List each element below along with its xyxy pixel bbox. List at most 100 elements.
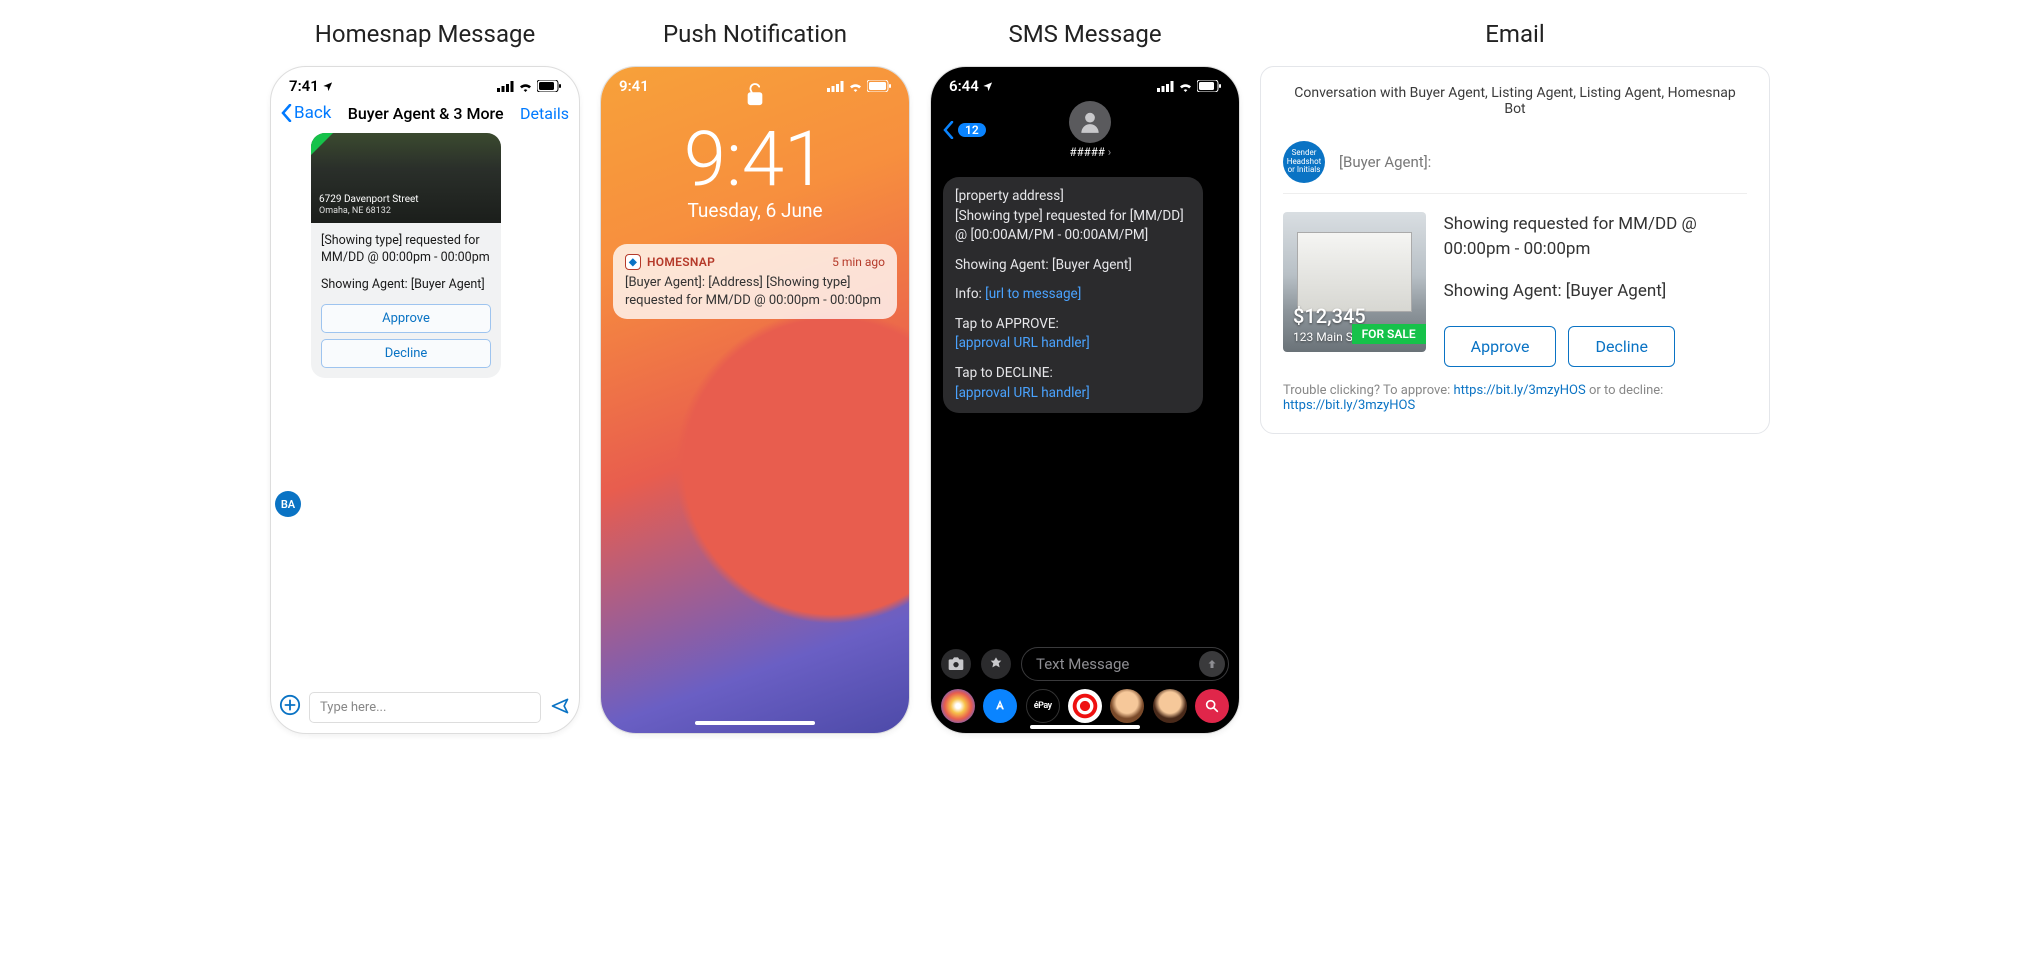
sms-line-address: [property address]: [955, 187, 1191, 207]
home-indicator[interactable]: [695, 721, 815, 725]
appstore-icon: [988, 656, 1004, 672]
email-footer: Trouble clicking? To approve: https://bi…: [1283, 383, 1747, 413]
contact-name: #####: [1069, 145, 1104, 159]
status-bar: 6:44: [931, 67, 1239, 99]
email-line-2: Showing Agent: [Buyer Agent]: [1444, 279, 1747, 304]
email-line-1: Showing requested for MM/DD @ 00:00pm - …: [1444, 212, 1747, 261]
camera-button[interactable]: [941, 649, 971, 679]
decline-link[interactable]: https://bit.ly/3mzyHOS: [1283, 398, 1415, 413]
approve-button[interactable]: Approve: [1444, 326, 1557, 367]
location-icon: [322, 81, 333, 92]
notification-app-name: HOMESNAP: [647, 255, 715, 269]
sms-decline-label: Tap to DECLINE:: [955, 364, 1191, 384]
dock-appstore[interactable]: [983, 689, 1017, 723]
sms-input[interactable]: Text Message: [1021, 647, 1229, 681]
sms-approve-link[interactable]: [approval URL handler]: [955, 335, 1090, 351]
message-text-2: Showing Agent: [Buyer Agent]: [311, 271, 501, 298]
approve-button[interactable]: Approve: [321, 304, 491, 333]
back-button[interactable]: 12: [943, 121, 986, 139]
dock-target[interactable]: [1068, 689, 1102, 723]
homesnap-app-icon: ◆: [625, 254, 641, 270]
back-label: Back: [294, 103, 331, 123]
status-corner: [311, 133, 333, 155]
property-image[interactable]: $12,345 123 Main St FOR SALE: [1283, 212, 1426, 352]
sender-avatar: Sender Headshot or Initials: [1283, 141, 1325, 183]
send-button[interactable]: [1199, 651, 1225, 677]
heading-email: Email: [1485, 20, 1544, 48]
sms-bubble[interactable]: [property address] [Showing type] reques…: [943, 177, 1203, 413]
camera-icon: [948, 657, 964, 671]
status-bar: 7:41: [271, 67, 579, 99]
sms-decline-link[interactable]: [approval URL handler]: [955, 385, 1090, 401]
dock-search[interactable]: [1195, 689, 1229, 723]
sms-phone: 6:44 12 ##### ›: [930, 66, 1240, 734]
decline-button[interactable]: Decline: [321, 339, 491, 368]
sms-line-request: [Showing type] requested for [MM/DD] @ […: [955, 207, 1191, 246]
notification-card[interactable]: ◆ HOMESNAP 5 min ago [Buyer Agent]: [Add…: [613, 244, 897, 319]
arrow-up-icon: [1206, 658, 1218, 670]
message-input[interactable]: Type here...: [309, 692, 541, 723]
sms-line-agent: Showing Agent: [Buyer Agent]: [955, 256, 1191, 276]
status-time: 6:44: [949, 77, 979, 95]
nav-bar: Back Buyer Agent & 3 More Details: [271, 99, 579, 131]
push-phone: 9:41 9:41 Tuesday, 6 June ◆ H: [600, 66, 910, 734]
wifi-icon: [1178, 81, 1193, 92]
heading-sms: SMS Message: [1008, 20, 1161, 48]
email-foot-pre: Trouble clicking? To approve:: [1283, 383, 1454, 398]
forsale-badge: FOR SALE: [1352, 324, 1426, 344]
signal-icon: [1157, 81, 1174, 92]
dock-memoji-2[interactable]: [1153, 689, 1187, 723]
message-bubble: 6729 Davenport Street Omaha, NE 68132 [S…: [311, 133, 501, 378]
property-image[interactable]: 6729 Davenport Street Omaha, NE 68132: [311, 133, 501, 223]
property-address-line1: 6729 Davenport Street: [319, 194, 419, 206]
chat-title[interactable]: Buyer Agent & 3 More: [348, 104, 504, 123]
status-time: 7:41: [289, 77, 319, 95]
back-button[interactable]: Back: [281, 103, 331, 123]
approve-link[interactable]: https://bit.ly/3mzyHOS: [1454, 383, 1586, 398]
sms-info-link[interactable]: [url to message]: [985, 286, 1081, 302]
wifi-icon: [518, 81, 533, 92]
chevron-left-icon: [281, 104, 292, 122]
details-button[interactable]: Details: [520, 104, 569, 123]
app-drawer: éPay: [941, 689, 1229, 723]
appstore-button[interactable]: [981, 649, 1011, 679]
battery-icon: [1197, 80, 1221, 92]
sender-name: [Buyer Agent]:: [1339, 153, 1431, 171]
heading-push: Push Notification: [663, 20, 847, 48]
notification-time: 5 min ago: [832, 255, 885, 269]
battery-icon: [537, 80, 561, 92]
unread-badge: 12: [958, 123, 986, 137]
sender-avatar[interactable]: BA: [275, 491, 301, 517]
homesnap-phone: 7:41 Back Buyer Agent & 3 More Details: [270, 66, 580, 734]
heading-homesnap: Homesnap Message: [315, 20, 535, 48]
property-address-line2: Omaha, NE 68132: [319, 206, 419, 217]
send-button[interactable]: [549, 696, 571, 720]
dock-memoji-1[interactable]: [1110, 689, 1144, 723]
property-address: 123 Main St: [1293, 330, 1357, 344]
email-conversation-title: Conversation with Buyer Agent, Listing A…: [1283, 85, 1747, 117]
attach-button[interactable]: [279, 694, 301, 722]
contact-avatar: [1069, 101, 1111, 143]
lockscreen-date: Tuesday, 6 June: [601, 199, 909, 222]
dock-photos[interactable]: [941, 689, 975, 723]
send-icon: [549, 696, 571, 716]
notification-body: [Buyer Agent]: [Address] [Showing type] …: [625, 274, 885, 309]
chevron-left-icon: [943, 121, 954, 139]
home-indicator[interactable]: [1030, 725, 1140, 729]
dock-applepay[interactable]: éPay: [1026, 689, 1060, 723]
person-icon: [1077, 109, 1103, 135]
email-foot-mid: or to decline:: [1586, 383, 1664, 398]
sms-info-label: Info:: [955, 286, 985, 302]
appstore-a-icon: [992, 698, 1008, 714]
signal-icon: [497, 81, 514, 92]
plus-circle-icon: [279, 694, 301, 716]
search-icon: [1204, 698, 1220, 714]
lockscreen-time: 9:41: [601, 121, 909, 197]
message-text-1: [Showing type] requested for MM/DD @ 00:…: [311, 223, 501, 271]
email-card: Conversation with Buyer Agent, Listing A…: [1260, 66, 1770, 434]
sms-approve-label: Tap to APPROVE:: [955, 315, 1191, 335]
contact-header[interactable]: ##### ›: [1069, 101, 1111, 159]
lock-icon: [601, 81, 909, 115]
location-icon: [982, 81, 993, 92]
decline-button[interactable]: Decline: [1568, 326, 1674, 367]
